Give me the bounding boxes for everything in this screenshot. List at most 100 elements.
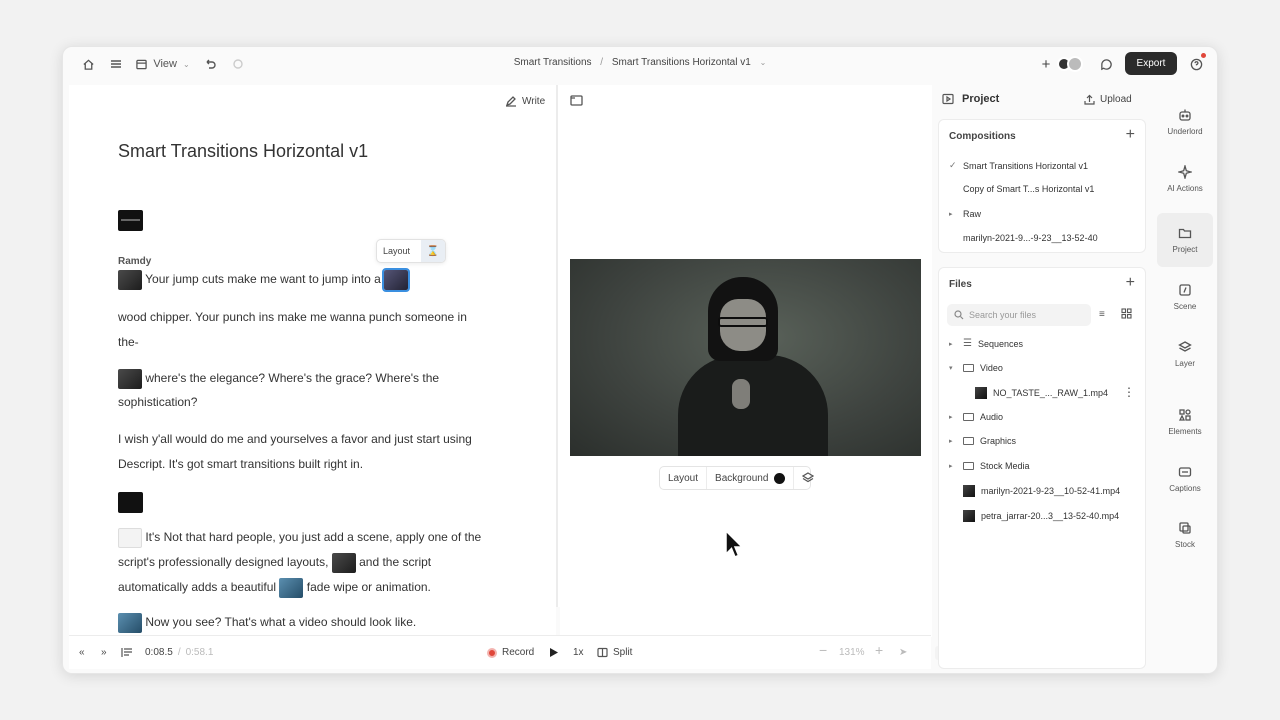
time-separator: / (177, 647, 181, 658)
scene-thumbnail[interactable] (279, 578, 304, 598)
file-tree-item[interactable]: ▸ Audio (949, 412, 1003, 422)
transcript-text: where's the elegance? Where's the grace?… (145, 371, 440, 386)
file-tree-item[interactable]: ▸ ☰ Sequences (949, 338, 1023, 349)
record-button[interactable]: Record (487, 647, 534, 658)
timecode: 0:08.5 / 0:58.1 (145, 647, 213, 658)
breadcrumb-composition[interactable]: Smart Transitions Horizontal v1 (612, 57, 751, 68)
transcript-line[interactable]: the- (118, 335, 139, 349)
scene-thumbnail[interactable] (118, 270, 142, 290)
file-tree-label: NO_TASTE_..._RAW_1.mp4 (993, 388, 1109, 398)
scene-thumbnail[interactable] (331, 553, 356, 573)
rail-item-project[interactable]: Project (1157, 213, 1213, 267)
transcript-line[interactable]: I wish y'all would do me and yourselves … (118, 432, 472, 446)
select-tool-icon[interactable]: ➤ (899, 647, 907, 658)
speaker-label[interactable]: Ramdy (118, 256, 151, 267)
add-collaborator-icon[interactable]: + (1039, 55, 1053, 73)
aspect-ratio-icon[interactable] (570, 95, 583, 109)
composition-label: Raw (963, 209, 982, 219)
file-tree-label: Graphics (980, 436, 1017, 446)
video-frame-subject (678, 355, 828, 456)
rail-item-ai-actions[interactable]: AI Actions (1157, 152, 1213, 206)
grid-view-icon[interactable] (1121, 308, 1132, 322)
composition-item[interactable]: ▸ Raw (949, 209, 981, 219)
skip-forward-icon[interactable]: » (101, 647, 107, 658)
composition-item[interactable]: ✓ Smart Transitions Horizontal v1 (949, 160, 1088, 171)
caret-right-icon[interactable]: ▸ (949, 462, 957, 470)
hourglass-icon[interactable]: ⌛ (421, 240, 445, 262)
script-editor[interactable]: Write Smart Transitions Horizontal v1 Ra… (69, 85, 556, 637)
rail-item-label: AI Actions (1167, 184, 1203, 193)
check-icon: ✓ (949, 160, 957, 170)
rail-item-layer[interactable]: Layer (1157, 327, 1213, 381)
chevron-down-icon[interactable]: ⌄ (760, 58, 767, 67)
transcript-line[interactable]: script's professionally designed layouts… (118, 553, 431, 573)
file-tree-label: Stock Media (980, 461, 1030, 471)
scene-thumbnail-selected[interactable] (382, 268, 411, 292)
more-options-icon[interactable]: ⋮ (1123, 385, 1135, 399)
video-preview[interactable] (570, 259, 921, 456)
background-button[interactable]: Background (707, 467, 795, 489)
transcript-line[interactable]: where's the elegance? Where's the grace?… (118, 369, 439, 389)
skip-back-icon[interactable]: « (79, 647, 85, 658)
filter-icon[interactable]: ≡ (1099, 309, 1105, 320)
rail-item-scene[interactable]: Scene (1157, 270, 1213, 324)
transcript-line[interactable]: sophistication? (118, 395, 197, 409)
export-button[interactable]: Export (1125, 52, 1177, 75)
layout-popover[interactable]: Layout ⌛ (376, 239, 446, 263)
chapters-icon[interactable] (121, 647, 133, 658)
breadcrumb-project[interactable]: Smart Transitions (514, 57, 592, 68)
scene-thumbnail[interactable] (118, 210, 143, 231)
transcript-line[interactable]: Descript. It's got smart transitions bui… (118, 457, 363, 471)
composition-item[interactable]: Copy of Smart T...s Horizontal v1 (949, 184, 1094, 194)
file-tree-item[interactable]: marilyn-2021-9-23__10-52-41.mp4 (949, 485, 1120, 497)
play-icon (550, 648, 558, 657)
scene-thumbnail[interactable] (118, 613, 142, 633)
file-tree-item[interactable]: NO_TASTE_..._RAW_1.mp4 (975, 387, 1108, 399)
comments-icon[interactable] (1097, 55, 1115, 73)
zoom-in-icon[interactable]: + (875, 642, 883, 658)
compositions-title: Compositions (949, 131, 1016, 142)
transcript-line[interactable]: automatically adds a beautiful fade wipe… (118, 578, 431, 598)
transcript-line[interactable]: wood chipper. Your punch ins make me wan… (118, 310, 467, 324)
transcript-line[interactable]: Now you see? That's what a video should … (118, 613, 416, 633)
layers-icon[interactable] (794, 467, 822, 489)
layout-button[interactable]: Layout (660, 467, 708, 489)
add-composition-icon[interactable]: + (1126, 126, 1135, 144)
avatar (1067, 56, 1083, 72)
caret-down-icon[interactable]: ▾ (949, 364, 957, 372)
rail-item-underlord[interactable]: Underlord (1157, 95, 1213, 149)
scene-thumbnail[interactable] (118, 528, 142, 548)
caret-right-icon[interactable]: ▸ (949, 210, 957, 218)
rail-item-stock[interactable]: Stock (1157, 508, 1213, 562)
composition-item[interactable]: marilyn-2021-9...-9-23__13-52-40 (949, 233, 1098, 243)
write-tool-button[interactable]: Write (505, 95, 545, 107)
caret-right-icon[interactable]: ▸ (949, 413, 957, 421)
add-file-icon[interactable]: + (1126, 274, 1135, 292)
background-color-swatch (774, 472, 786, 484)
transcript-line[interactable]: Your jump cuts make me want to jump into… (118, 268, 411, 292)
file-tree-item[interactable]: petra_jarrar-20...3__13-52-40.mp4 (949, 510, 1119, 522)
mouse-cursor-icon (725, 530, 744, 558)
transcript-line[interactable]: It's Not that hard people, you just add … (118, 528, 481, 548)
collaborator-avatars[interactable] (1053, 55, 1087, 73)
scene-thumbnail[interactable] (118, 492, 143, 513)
breadcrumb-separator: / (600, 57, 604, 68)
rail-item-label: Project (1172, 245, 1198, 254)
file-tree-item[interactable]: ▾ Video (949, 363, 1003, 373)
caret-right-icon[interactable]: ▸ (949, 340, 957, 348)
caret-right-icon[interactable]: ▸ (949, 437, 957, 445)
scene-thumbnail[interactable] (118, 369, 142, 389)
rail-item-elements[interactable]: Elements (1157, 395, 1213, 449)
rail-item-captions[interactable]: Captions (1157, 452, 1213, 506)
zoom-level: 131% (839, 647, 865, 658)
document-title[interactable]: Smart Transitions Horizontal v1 (118, 141, 368, 162)
playback-speed-button[interactable]: 1x (573, 647, 584, 658)
file-search-input[interactable]: Search your files (947, 304, 1091, 326)
upload-button[interactable]: Upload (1084, 94, 1132, 105)
file-tree-item[interactable]: ▸ Stock Media (949, 461, 1030, 471)
file-tree-item[interactable]: ▸ Graphics (949, 436, 1016, 446)
play-button[interactable] (549, 647, 559, 658)
rail-item-label: Elements (1168, 427, 1202, 436)
split-button[interactable]: Split (597, 647, 632, 658)
zoom-out-icon[interactable]: − (819, 642, 827, 658)
